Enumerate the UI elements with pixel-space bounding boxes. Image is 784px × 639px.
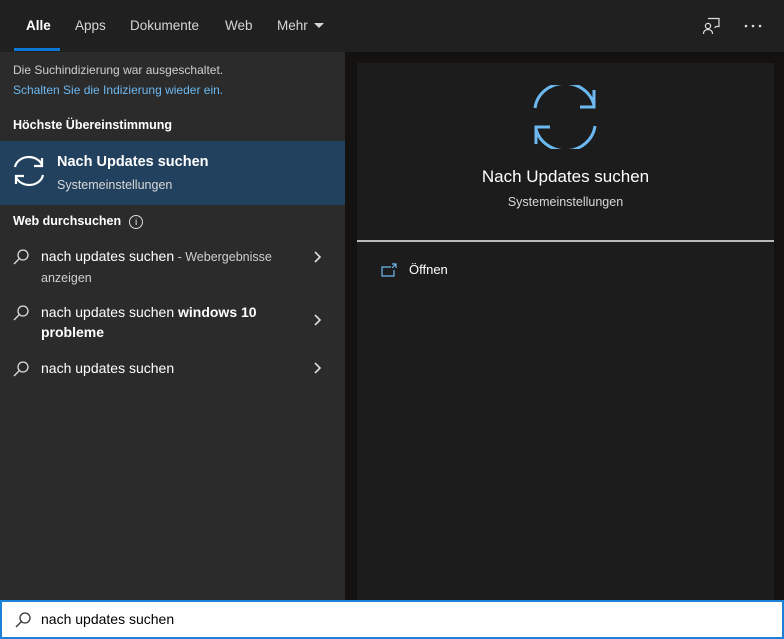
web-result[interactable]: nach updates suchen - Webergebnisse anze… [0, 246, 345, 290]
search-icon [13, 249, 29, 265]
search-icon [15, 612, 31, 628]
sync-icon [13, 155, 45, 187]
web-result[interactable]: nach updates suchen windows 10 probleme [0, 302, 345, 346]
tab-more[interactable]: Mehr [277, 0, 324, 52]
feedback-icon [702, 17, 720, 35]
web-search-heading: Web durchsuchen i [13, 214, 144, 229]
active-tab-indicator [14, 48, 60, 51]
caret-down-icon [313, 22, 324, 28]
web-search-heading-label: Web durchsuchen [13, 214, 122, 228]
tab-all[interactable]: Alle [26, 0, 51, 52]
open-action-label: Öffnen [409, 262, 448, 277]
best-match-result[interactable]: Nach Updates suchen Systemeinstellungen [0, 141, 345, 205]
web-result-query: nach updates suchen [41, 248, 175, 264]
open-action[interactable]: Öffnen [379, 261, 579, 281]
search-input[interactable] [41, 608, 741, 630]
best-match-heading: Höchste Übereinstimmung [13, 118, 173, 132]
tab-web[interactable]: Web [225, 0, 253, 52]
feedback-button[interactable] [699, 14, 723, 38]
enable-indexing-link[interactable]: Schalten Sie die Indizierung wieder ein. [13, 83, 223, 97]
search-icon [13, 305, 29, 321]
more-options-icon [744, 24, 762, 28]
web-result-query: nach updates suchen [41, 360, 175, 376]
tab-bar: Alle Apps Dokumente Web Mehr [0, 0, 784, 52]
chevron-right-icon [314, 362, 322, 374]
search-icon [13, 361, 29, 377]
chevron-right-icon [314, 251, 322, 263]
preview-title: Nach Updates suchen [481, 167, 650, 186]
open-icon [381, 263, 397, 277]
sync-icon-large [533, 85, 597, 149]
preview-panel: Nach Updates suchen Systemeinstellungen … [357, 63, 774, 600]
chevron-right-icon [314, 314, 322, 326]
web-result-query: nach updates suchen [41, 304, 178, 320]
more-options-button[interactable] [741, 14, 765, 38]
info-icon[interactable]: i [129, 214, 144, 229]
best-match-title: Nach Updates suchen [57, 154, 209, 170]
best-match-subtitle: Systemeinstellungen [57, 178, 173, 192]
search-box[interactable] [0, 600, 784, 639]
preview-subtitle: Systemeinstellungen [507, 195, 624, 209]
indexing-notice: Die Suchindizierung war ausgeschaltet. [13, 63, 224, 77]
tab-documents[interactable]: Dokumente [130, 0, 199, 52]
tab-more-label: Mehr [277, 18, 308, 33]
web-result[interactable]: nach updates suchen [0, 358, 345, 382]
tab-apps[interactable]: Apps [75, 0, 106, 52]
divider [357, 240, 774, 242]
